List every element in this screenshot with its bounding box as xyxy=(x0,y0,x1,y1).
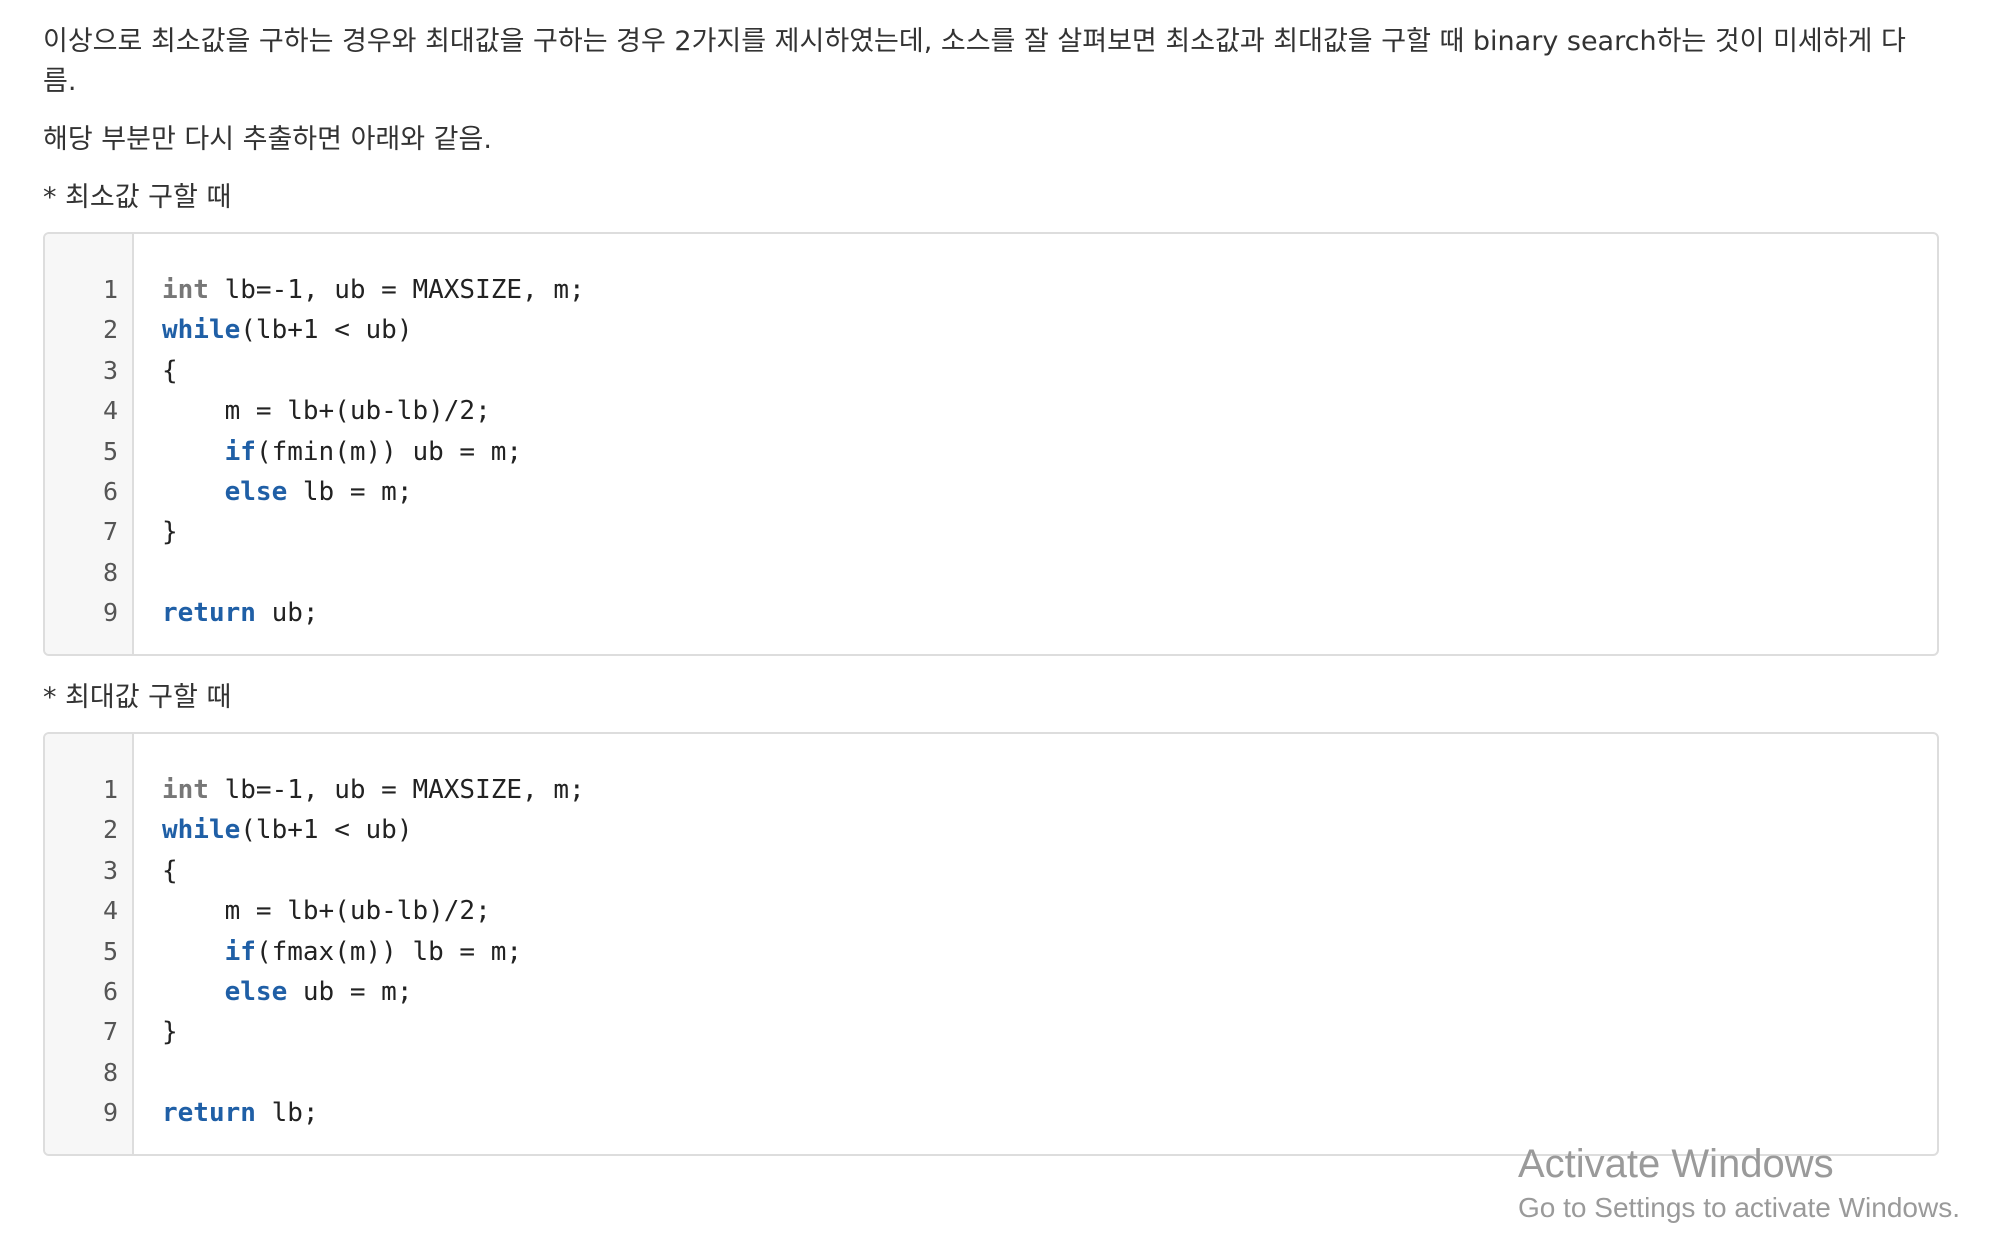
code-text: (lb+1 < ub) xyxy=(240,815,413,846)
line-number: 2 xyxy=(102,315,118,345)
line-number-gutter: 1 2 3 4 5 6 7 8 9 xyxy=(45,734,134,1154)
code-text: (lb+1 < ub) xyxy=(240,315,413,346)
code-keyword: else xyxy=(224,976,288,1007)
code-line: { xyxy=(162,351,585,391)
line-number: 6 xyxy=(102,976,118,1006)
code-line: m = lb+(ub-lb)/2; xyxy=(162,391,585,431)
code-line: else ub = m; xyxy=(162,972,585,1012)
line-number: 5 xyxy=(102,436,118,466)
code-text: { xyxy=(162,855,178,886)
code-keyword: int xyxy=(162,275,209,305)
article-content: 이상으로 최소값을 구하는 경우와 최대값을 구하는 경우 2가지를 제시하였는… xyxy=(43,22,1943,1178)
line-number: 7 xyxy=(102,1017,118,1047)
line-number-gutter: 1 2 3 4 5 6 7 8 9 xyxy=(45,234,134,654)
code-text: lb=-1, ub = MAXSIZE, m; xyxy=(208,275,585,305)
min-case-label: * 최소값 구할 때 xyxy=(43,182,232,213)
code-line: return ub; xyxy=(162,593,585,633)
intro-paragraph: 이상으로 최소값을 구하는 경우와 최대값을 구하는 경우 2가지를 제시하였는… xyxy=(43,26,1906,97)
code-keyword: else xyxy=(224,476,288,507)
line-number: 7 xyxy=(102,517,118,547)
code-block-max: 123456789 int lb=-1, ub = MAXSIZE, m; whi… xyxy=(43,732,1939,1156)
max-case-label: * 최대값 구할 때 xyxy=(43,682,232,713)
line-number: 3 xyxy=(102,355,118,385)
line-number: 3 xyxy=(102,855,118,885)
code-line: if(fmin(m)) ub = m; xyxy=(162,432,585,472)
code-line: int lb=-1, ub = MAXSIZE, m; xyxy=(162,770,585,810)
line-number: 8 xyxy=(102,1057,118,1087)
code-text: m = lb+(ub-lb)/2; xyxy=(162,396,491,427)
code-line: return lb; xyxy=(162,1093,585,1133)
code-keyword: while xyxy=(162,315,241,346)
line-number: 5 xyxy=(102,936,118,966)
code-line: while(lb+1 < ub) xyxy=(162,810,585,850)
code-text: lb=-1, ub = MAXSIZE, m; xyxy=(208,775,585,805)
code-line: m = lb+(ub-lb)/2; xyxy=(162,891,585,931)
line-number: 8 xyxy=(102,557,118,587)
code-keyword: while xyxy=(162,815,241,846)
line-number: 4 xyxy=(102,396,118,426)
code-keyword: if xyxy=(224,936,256,967)
line-number: 9 xyxy=(102,598,118,628)
watermark-title: Activate Windows xyxy=(1518,1142,1834,1186)
line-number: 9 xyxy=(102,1098,118,1128)
line-number: 1 xyxy=(102,775,118,804)
code-keyword: return xyxy=(162,1098,256,1129)
code-text: lb; xyxy=(255,1098,319,1129)
code-text: m = lb+(ub-lb)/2; xyxy=(162,896,491,927)
extract-note: 해당 부분만 다시 추출하면 아래와 같음. xyxy=(43,124,492,155)
code-line: if(fmax(m)) lb = m; xyxy=(162,932,585,972)
code-content: int lb=-1, ub = MAXSIZE, m; while(lb+1 < … xyxy=(134,734,585,1154)
code-content: int lb=-1, ub = MAXSIZE, m; while(lb+1 < … xyxy=(134,234,585,654)
activate-windows-watermark: Activate Windows Go to Settings to activ… xyxy=(1518,1138,1960,1226)
line-number: 4 xyxy=(102,896,118,926)
code-line: { xyxy=(162,851,585,891)
code-line: else lb = m; xyxy=(162,472,585,512)
line-number: 1 xyxy=(102,275,118,304)
code-text: { xyxy=(162,355,178,386)
code-keyword: return xyxy=(162,598,256,629)
code-text: (fmin(m)) ub = m; xyxy=(255,436,523,467)
code-text: lb = m; xyxy=(287,476,413,507)
watermark-subtitle: Go to Settings to activate Windows. xyxy=(1518,1192,1960,1223)
line-number: 6 xyxy=(102,476,118,506)
code-line: } xyxy=(162,512,585,552)
code-line: int lb=-1, ub = MAXSIZE, m; xyxy=(162,270,585,310)
code-text: } xyxy=(162,1017,178,1048)
line-number: 2 xyxy=(102,815,118,845)
code-text: } xyxy=(162,517,178,548)
code-text: ub = m; xyxy=(287,976,413,1007)
code-line: while(lb+1 < ub) xyxy=(162,310,585,350)
code-keyword: if xyxy=(224,436,256,467)
code-block-min: 123456789 int lb=-1, ub = MAXSIZE, m; whi… xyxy=(43,232,1939,656)
code-line: } xyxy=(162,1012,585,1052)
code-text: (fmax(m)) lb = m; xyxy=(255,936,523,967)
code-text: ub; xyxy=(255,598,319,629)
code-keyword: int xyxy=(162,775,209,805)
